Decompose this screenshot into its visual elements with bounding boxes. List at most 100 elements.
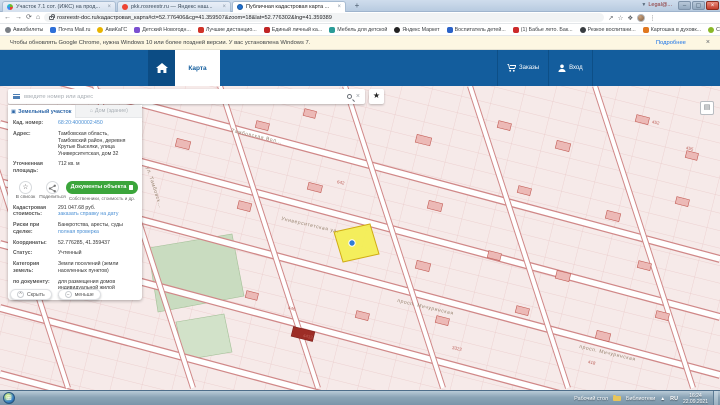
language-indicator[interactable]: RU [670,396,678,402]
notification-details-link[interactable]: Подробнее [656,40,686,46]
browser-titlebar: Участок 7.1 сот. (ИЖС) на прод... × pkk.… [0,0,720,12]
reload-icon[interactable]: ⟳ [26,13,32,23]
bookmark-item[interactable]: Скачать видео и м... [708,27,720,33]
share-nodes-icon [46,181,59,194]
bookmark-item[interactable]: Авиабилеты [5,27,43,33]
bookmarks-bar: Авиабилеты Почта Mail.ru АвиКаГС Детский… [0,24,720,36]
clear-search-icon[interactable]: × [356,93,360,100]
taskbar-clock[interactable]: 16:24 22.09.2021 [683,393,708,405]
bookmark-item[interactable]: Единый личный ка... [264,27,323,33]
url-text: rosreestr-doc.ru/кадастровая_карта#ct=52… [57,15,332,21]
bookmark-icon [513,27,519,33]
person-icon [558,64,566,72]
update-notification-bar: Чтобы обновлять Google Chrome, нужна Win… [0,36,720,50]
back-icon[interactable]: ← [4,13,11,23]
tab-close-icon[interactable]: × [107,4,111,10]
tab-title: Участок 7.1 сот. (ИЖС) на прод... [16,4,104,10]
add-to-list-button[interactable]: ☆ В список [12,181,39,200]
desktop: Участок 7.1 сот. (ИЖС) на прод... × pkk.… [0,0,720,405]
new-tab-button[interactable]: + [350,1,364,11]
share-icon[interactable]: ↗ [608,14,613,22]
favorites-button[interactable]: ★ [369,89,384,104]
bookmark-icon [97,27,103,33]
show-less-button[interactable]: − меньше [58,289,101,300]
profile-chip[interactable]: ▼ Legal@... [641,2,672,8]
layers-button[interactable]: ▤ [700,101,714,115]
start-button[interactable]: ⊞ [3,392,15,404]
site-home-button[interactable] [148,50,175,86]
orders-button[interactable]: Заказы [497,50,548,86]
bookmark-item[interactable]: Яндекс Маркет [394,27,439,33]
documents-block: Документы объекта Собственники, стоимост… [66,181,138,201]
profile-avatar[interactable] [637,14,645,22]
share-button[interactable]: Поделиться [39,181,66,200]
menu-dots-icon[interactable]: ⋮ [649,14,656,22]
tab-close-icon[interactable]: × [222,4,226,10]
clock-date: 22.09.2021 [683,399,708,405]
tab-karta[interactable]: Карта [175,50,220,86]
folder-icon [613,396,621,401]
notification-close-icon[interactable]: × [706,39,710,46]
browser-tab-3-active[interactable]: Публичная кадастровая карта ... × [232,1,346,12]
field-land-category: Категория земель: Земли поселений (земли… [8,259,142,276]
tab-close-icon[interactable]: × [337,4,341,10]
tab-building[interactable]: ⌂ Дом (здание) [75,105,143,118]
bookmark-icon [394,27,400,33]
parcel-info-panel: ▣ Земельный участок ⌂ Дом (здание) Кад. … [8,105,142,300]
chevron-down-icon: ▼ [641,2,646,8]
bookmark-icon [643,27,649,33]
bookmark-icon [264,27,270,33]
system-tray: Рабочий стол Библиотеки ▲ RU 16:24 22.09… [574,391,720,405]
menu-burger-icon[interactable] [13,94,20,99]
bookmark-item[interactable]: Лучшие дистанцио... [198,27,257,33]
cad-number-link[interactable]: 68:20:4000002:450 [58,120,137,127]
search-input[interactable] [24,94,343,100]
tab-title: Публичная кадастровая карта ... [246,4,334,10]
login-button[interactable]: Вход [548,50,593,86]
bookmark-item[interactable]: Детский Новогодн... [134,27,191,33]
bookmark-star-icon[interactable]: ☆ [618,14,624,22]
show-desktop-button[interactable] [713,391,718,405]
bookmark-item[interactable]: Мебель для детской [329,27,387,33]
field-risks: Риски при сделке: Банкротства, аресты, с… [8,220,142,237]
tab1-favicon [7,4,13,10]
full-check-link[interactable]: полная проверка [58,229,99,235]
bookmark-item[interactable]: АвиКаГС [97,27,127,33]
bookmark-item[interactable]: (1) Бабье лето. Бак... [513,27,573,33]
hide-panel-button[interactable]: ^ Скрыть [10,289,52,300]
panel-tabs: ▣ Земельный участок ⌂ Дом (здание) [8,105,142,118]
site-header: Карта Заказы Вход [0,50,720,86]
maximize-button[interactable]: ▢ [692,1,705,10]
field-cadastral-cost: Кадастровая стоимость: 291 047.68 руб. з… [8,203,142,220]
desktop-toolbar[interactable]: Рабочий стол [574,396,608,402]
bookmark-item[interactable]: Резкое воспитани... [580,27,636,33]
cost-report-link[interactable]: заказать справку на дату [58,211,118,217]
bookmark-icon [134,27,140,33]
bookmark-item[interactable]: Картошка в духовк... [643,27,701,33]
bookmark-item[interactable]: Почта Mail.ru [50,27,90,33]
field-cad-number: Кад. номер: 68:20:4000002:450 [8,118,142,129]
bookmark-icon [50,27,56,33]
home-icon[interactable]: ⌂ [36,13,40,23]
tab-land-parcel[interactable]: ▣ Земельный участок [8,105,75,118]
browser-tab-2[interactable]: pkk.rosreestr.ru — Яндекс наш... × [117,1,231,12]
browser-tab-1[interactable]: Участок 7.1 сот. (ИЖС) на прод... × [2,1,116,12]
field-address: Адрес: Тамбовская область, Тамбовский ра… [8,129,142,159]
libraries-toolbar[interactable]: Библиотеки [626,396,655,402]
field-area: Уточненная площадь: 712 кв. м [8,159,142,176]
object-documents-button[interactable]: Документы объекта [66,181,138,194]
bookmark-item[interactable]: Воспитатель детей... [447,27,506,33]
forward-icon[interactable]: → [15,13,22,23]
panel-collapse-buttons: ^ Скрыть − меньше [10,289,101,300]
bookmark-icon [329,27,335,33]
address-bar[interactable]: rosreestr-doc.ru/кадастровая_карта#ct=52… [44,13,604,22]
padlock-icon[interactable] [49,16,54,20]
close-button[interactable]: × [706,1,719,10]
minimize-button[interactable]: – [678,1,691,10]
panel-actions: ☆ В список Поделиться Документы объекта [8,177,142,203]
selected-parcel-marker [349,240,355,246]
cart-icon [507,64,516,72]
tray-chevron-icon[interactable]: ▲ [660,396,665,402]
search-icon[interactable] [347,94,352,99]
extensions-icon[interactable]: ❖ [627,14,633,22]
